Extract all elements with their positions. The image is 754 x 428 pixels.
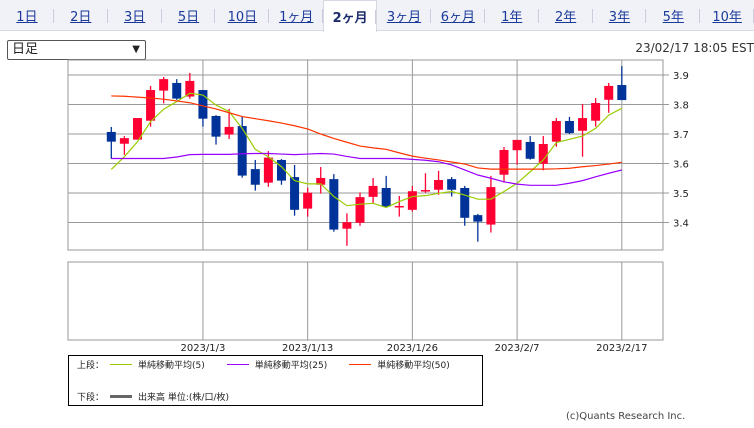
candle-up: [119, 138, 129, 144]
ma25-swatch: [226, 364, 249, 365]
candle-down: [329, 179, 339, 230]
legend-volume: 出来高 単位:(株/口/枚): [138, 393, 229, 403]
candle-up: [578, 118, 588, 131]
x-tick-label: 2023/1/26: [387, 343, 438, 354]
legend-upper-label: 上段：: [77, 361, 105, 371]
candle-down: [250, 169, 260, 185]
candle-down: [564, 121, 574, 134]
volume-swatch: [110, 395, 133, 398]
candle-up: [486, 187, 496, 225]
candle-up: [407, 191, 417, 210]
candle-up: [355, 197, 365, 223]
candle-down: [473, 215, 483, 222]
y-tick-label: 3.9: [673, 71, 689, 82]
y-tick-label: 3.7: [673, 130, 689, 141]
volume-panel: [67, 261, 664, 341]
candle-up: [512, 139, 522, 151]
legend: 上段： 単純移動平均(5) 単純移動平均(25) 単純移動平均(50) 下段： …: [68, 355, 483, 406]
price-panel: [67, 59, 664, 251]
candle-up: [434, 180, 444, 190]
y-tick-label: 3.8: [673, 101, 689, 112]
y-tick-label: 3.6: [673, 160, 689, 171]
candle-up: [604, 85, 614, 100]
x-tick-label: 2023/1/13: [282, 343, 333, 354]
ma5-swatch: [110, 364, 133, 365]
x-tick-label: 2023/2/7: [495, 343, 540, 354]
candle-up: [303, 192, 313, 209]
candle-down: [617, 85, 627, 101]
legend-ma25: 単純移動平均(25): [254, 361, 328, 371]
candle-up: [263, 157, 273, 183]
candle-down: [447, 179, 457, 190]
candle-up: [146, 90, 156, 121]
x-tick-label: 2023/1/3: [180, 343, 225, 354]
candle-down: [106, 131, 116, 142]
candle-up: [499, 149, 509, 175]
legend-ma5: 単純移動平均(5): [138, 361, 205, 371]
candle-up: [551, 121, 561, 142]
legend-ma50: 単純移動平均(50): [377, 361, 450, 371]
copyright: (c)Quants Research Inc.: [566, 411, 686, 422]
price-chart: 3.4 3.5 3.6 3.7 3.8 3.9 2023/1/3 2023/1/13 2023/…: [67, 59, 689, 354]
candle-down: [381, 187, 391, 207]
candle-down: [211, 116, 221, 137]
x-tick-label: 2023/2/17: [596, 343, 647, 354]
candle-up: [342, 222, 352, 229]
ma50-swatch: [349, 364, 372, 365]
candle-down: [460, 187, 470, 218]
candle-down: [172, 82, 182, 99]
candle-up: [224, 126, 234, 135]
legend-lower-label: 下段：: [77, 393, 105, 403]
candle-up: [591, 103, 601, 121]
candle-up: [368, 185, 378, 197]
candle-up: [538, 144, 548, 164]
y-tick-label: 3.4: [673, 219, 689, 230]
candle-up: [159, 79, 169, 91]
candle-down: [525, 141, 535, 159]
y-tick-label: 3.5: [673, 189, 689, 200]
candle-up: [394, 205, 404, 208]
candle-up: [420, 190, 430, 192]
